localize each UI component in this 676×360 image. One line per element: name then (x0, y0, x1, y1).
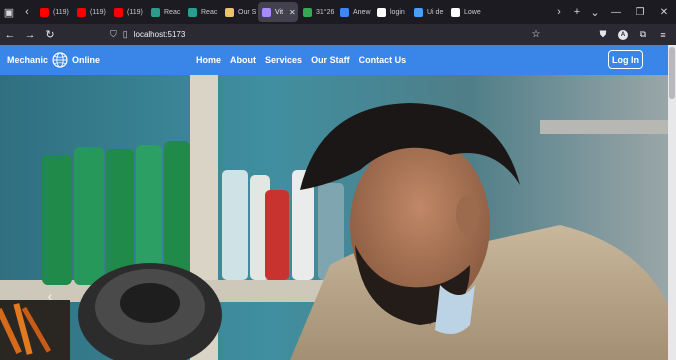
browser-tab[interactable]: (119) (73, 2, 109, 22)
scrollbar-thumb[interactable] (669, 47, 675, 99)
forward-icon[interactable]: → (20, 24, 40, 45)
browser-tab[interactable]: Reac (147, 2, 183, 22)
browser-tab[interactable]: Vit ✕ (258, 2, 298, 22)
vite-icon (262, 7, 271, 17)
tab-label: Anew (353, 8, 371, 16)
tab-list: (119) (119) (119) Reac Reac Our S Vit ✕ 31°26 Ane… (36, 2, 483, 22)
tab-label: Lowe (464, 8, 481, 16)
nav-home[interactable]: Home (196, 55, 221, 65)
tab-overview-icon[interactable]: ▣ (0, 0, 18, 24)
site-brand[interactable]: Mechanic Online (7, 45, 100, 75)
browser-tab[interactable]: Lowe (447, 2, 483, 22)
main-menu: Home About Services Our Staff Contact Us (196, 45, 406, 75)
tab-label: login (390, 8, 405, 16)
address-bar[interactable]: ⛉ ▯ localhost:5173 (110, 26, 550, 43)
browser-tab[interactable]: (119) (36, 2, 72, 22)
carousel-prev-icon[interactable]: ‹ (42, 287, 58, 305)
restore-icon[interactable]: ❐ (628, 0, 652, 24)
browser-tab-strip: ▣ ‹ (119) (119) (119) Reac Reac Our S Vit ✕ 31°2… (0, 0, 676, 24)
browser-tab[interactable]: Ui de (410, 2, 446, 22)
site-navbar: Mechanic Online Home About Services Our … (0, 45, 668, 75)
scroll-tabs-left-icon[interactable]: ‹ (18, 0, 36, 24)
bookmark-star-icon[interactable]: ☆ (528, 24, 544, 45)
globe-logo-icon (52, 52, 68, 68)
hero-image: ‹ (0, 75, 668, 360)
youtube-icon (77, 7, 86, 17)
bolt-icon (225, 7, 234, 17)
brand-text-left: Mechanic (7, 55, 49, 65)
youtube-icon (40, 7, 49, 17)
map-pin-icon (303, 7, 312, 17)
google-icon (377, 7, 386, 17)
new-tab-icon[interactable]: + (568, 0, 586, 24)
back-icon[interactable]: ← (0, 24, 20, 45)
browser-tab[interactable]: (119) (110, 2, 146, 22)
scroll-tabs-right-icon[interactable]: › (550, 0, 568, 24)
youtube-icon (114, 7, 123, 17)
tab-label: (119) (127, 8, 143, 16)
reload-icon[interactable]: ↻ (40, 24, 60, 45)
close-tab-icon[interactable]: ✕ (289, 8, 296, 17)
pocket-icon[interactable]: ⛊ (594, 24, 612, 45)
nav-about[interactable]: About (230, 55, 256, 65)
extensions-icon[interactable]: ⧉ (634, 24, 652, 45)
page-viewport: Mechanic Online Home About Services Our … (0, 45, 676, 360)
tab-label: Reac (164, 8, 181, 16)
tab-label: (119) (53, 8, 69, 16)
browser-tab[interactable]: Reac (184, 2, 220, 22)
menu-icon[interactable]: ≡ (654, 24, 672, 45)
tab-label: Our S (238, 8, 257, 16)
page-scrollbar[interactable] (668, 45, 676, 360)
browser-tab[interactable]: 31°26 (299, 2, 335, 22)
browser-tab[interactable]: Our S (221, 2, 257, 22)
minimize-icon[interactable]: — (604, 0, 628, 24)
tab-label: Ui de (427, 8, 444, 16)
close-window-icon[interactable]: ✕ (652, 0, 676, 24)
page-icon[interactable]: ▯ (123, 29, 128, 40)
browser-toolbar: ← → ↻ ⛉ ▯ localhost:5173 ☆ ⛊ A ⧉ ≡ (0, 24, 676, 45)
google-icon (451, 7, 460, 17)
browser-tab[interactable]: login (373, 2, 409, 22)
account-icon[interactable]: A (614, 24, 632, 45)
drive-icon (340, 7, 349, 17)
nav-services[interactable]: Services (265, 55, 302, 65)
hero-photo (0, 75, 668, 360)
tab-label: 31°26 (316, 8, 335, 16)
nav-our-staff[interactable]: Our Staff (311, 55, 350, 65)
account-avatar: A (618, 29, 628, 40)
toolbar-actions: ⛊ A ⧉ ≡ (594, 24, 672, 45)
nav-contact-us[interactable]: Contact Us (359, 55, 407, 65)
list-all-tabs-icon[interactable]: ⌄ (586, 0, 604, 24)
shield-icon[interactable]: ⛉ (110, 29, 117, 40)
login-button[interactable]: Log In (608, 50, 643, 69)
react-icon (188, 7, 197, 17)
brand-text-right: Online (72, 55, 101, 65)
tab-label: Reac (201, 8, 218, 16)
tab-strip-controls: › + ⌄ — ❐ ✕ (550, 0, 676, 24)
shield-icon (414, 7, 423, 17)
tab-label: Vit (275, 8, 284, 16)
browser-tab[interactable]: Anew (336, 2, 372, 22)
tab-label: (119) (90, 8, 106, 16)
url-text: localhost:5173 (133, 30, 186, 39)
react-icon (151, 7, 160, 17)
